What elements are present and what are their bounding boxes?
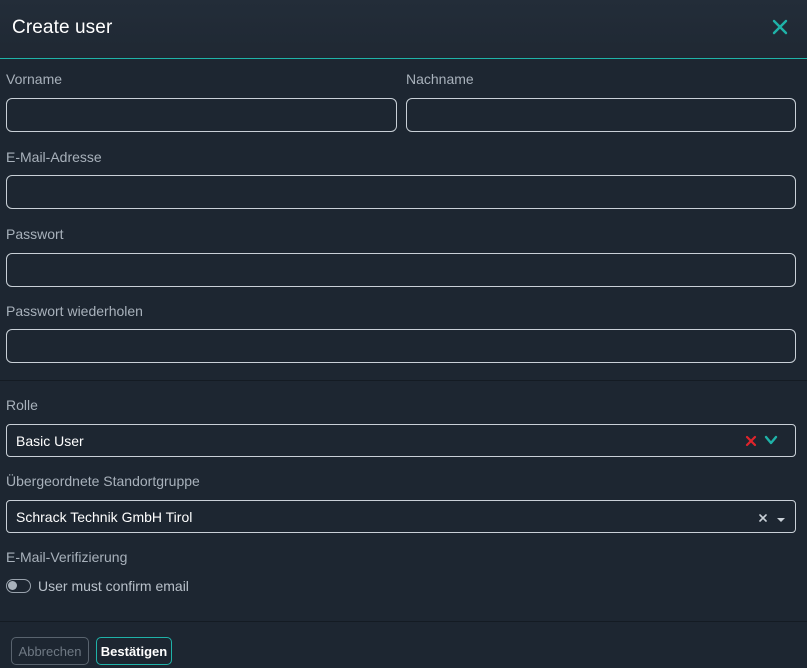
email-confirm-toggle[interactable] [6, 579, 31, 593]
chevron-down-icon[interactable] [763, 433, 779, 452]
password-field[interactable] [6, 253, 796, 287]
dialog-footer: Abbrechen Bestätigen [0, 621, 807, 668]
confirm-button[interactable]: Bestätigen [96, 637, 172, 665]
cancel-button[interactable]: Abbrechen [11, 637, 89, 665]
first-name-field[interactable] [6, 98, 397, 132]
password-repeat-field[interactable] [6, 329, 796, 363]
role-label: Rolle [6, 397, 38, 413]
email-field[interactable] [6, 175, 796, 209]
first-name-label: Vorname [6, 71, 63, 87]
password-label: Passwort [6, 226, 64, 242]
location-group-label: Übergeordnete Standortgruppe [6, 473, 200, 489]
section-divider [0, 380, 807, 381]
role-selected-value: Basic User [16, 433, 84, 449]
email-label: E-Mail-Adresse [6, 149, 102, 165]
create-user-dialog: Create user Vorname Nachname E-Mail-Adre… [0, 0, 807, 668]
clear-x-icon[interactable] [745, 434, 757, 453]
last-name-label: Nachname [406, 71, 474, 87]
last-name-field[interactable] [406, 98, 796, 132]
location-group-select[interactable]: Schrack Technik GmbH Tirol [6, 500, 796, 533]
toggle-knob [8, 581, 17, 590]
caret-down-icon[interactable] [776, 512, 786, 530]
location-group-selected-value: Schrack Technik GmbH Tirol [16, 509, 193, 525]
email-verification-label: E-Mail-Verifizierung [6, 549, 128, 565]
dialog-title: Create user [12, 17, 113, 38]
dialog-header: Create user [0, 0, 807, 59]
role-select[interactable]: Basic User [6, 424, 796, 457]
email-confirm-toggle-label[interactable]: User must confirm email [38, 578, 189, 594]
clear-x-icon[interactable] [758, 511, 768, 529]
close-icon[interactable] [769, 15, 791, 39]
password-repeat-label: Passwort wiederholen [6, 303, 143, 319]
